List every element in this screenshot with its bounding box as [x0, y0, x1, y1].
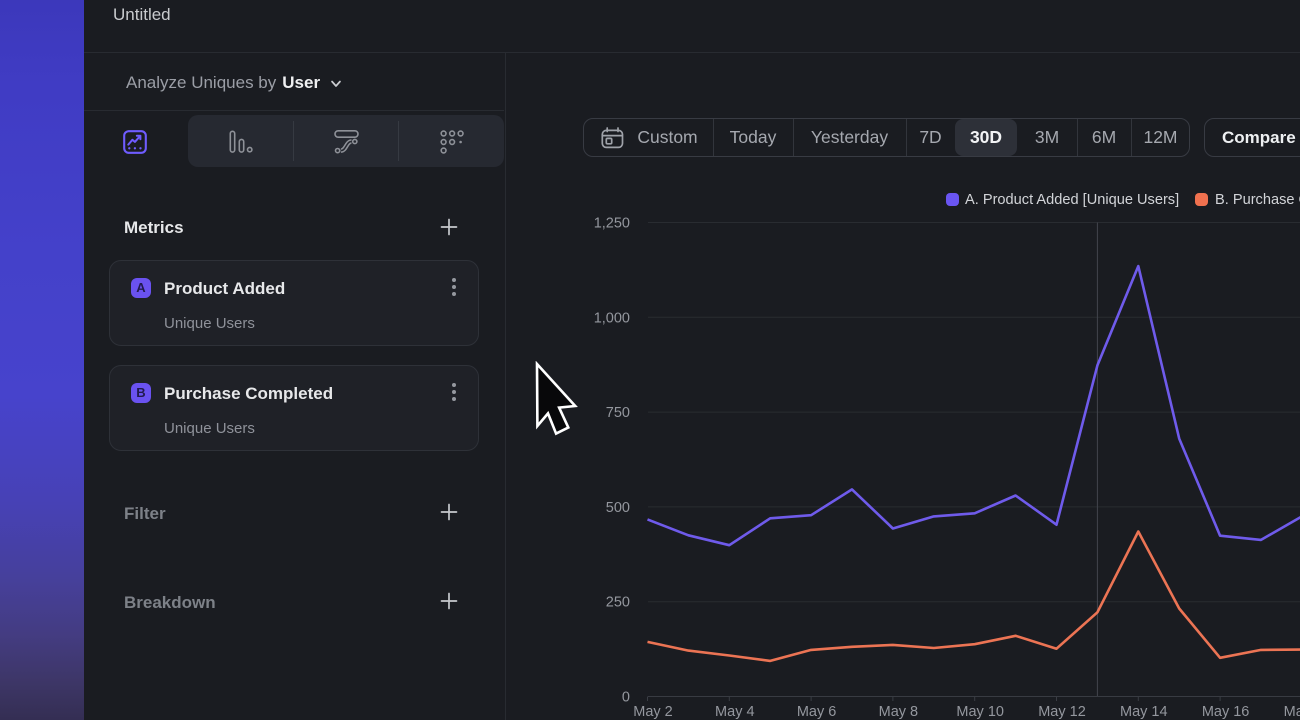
svg-text:May 4: May 4: [715, 704, 755, 720]
svg-text:May 8: May 8: [879, 704, 919, 720]
svg-text:May 10: May 10: [956, 704, 1004, 720]
svg-text:May 6: May 6: [797, 704, 837, 720]
svg-text:May 2: May 2: [633, 704, 673, 720]
svg-text:May 16: May 16: [1202, 704, 1250, 720]
svg-text:May 12: May 12: [1038, 704, 1086, 720]
svg-text:750: 750: [606, 405, 630, 421]
svg-text:May 14: May 14: [1120, 704, 1168, 720]
svg-text:0: 0: [622, 690, 630, 706]
svg-text:250: 250: [606, 595, 630, 611]
svg-text:500: 500: [606, 500, 630, 516]
svg-text:May 18: May 18: [1284, 704, 1300, 720]
svg-text:1,000: 1,000: [594, 310, 630, 326]
svg-text:1,250: 1,250: [594, 216, 630, 232]
